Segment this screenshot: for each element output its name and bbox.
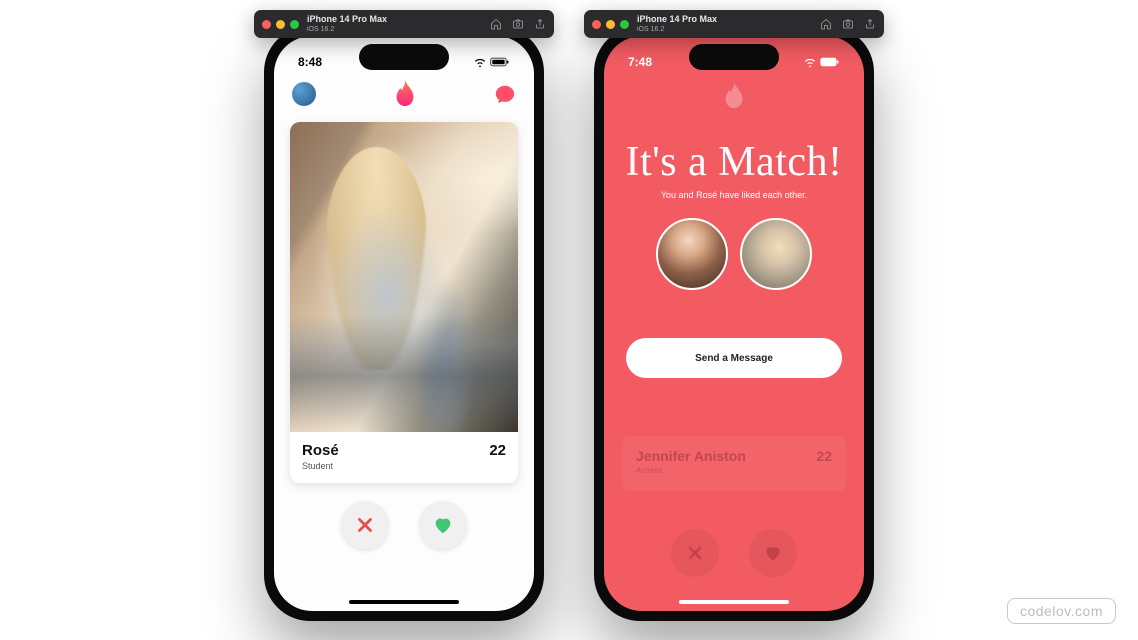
x-icon	[685, 543, 705, 563]
phone-frame: 8:48 Rosé	[264, 26, 544, 621]
screenshot-icon[interactable]	[842, 18, 854, 30]
home-indicator[interactable]	[679, 600, 789, 604]
profile-meta: Rosé Student 22	[290, 432, 518, 483]
top-nav	[274, 78, 534, 116]
dynamic-island	[359, 44, 449, 70]
simulator-titlebar[interactable]: iPhone 14 Pro Max iOS 16.2	[254, 10, 554, 38]
window-close-icon[interactable]	[592, 20, 601, 29]
send-message-button[interactable]: Send a Message	[626, 338, 842, 378]
phone-screen: 7:48 It's a Match! You and Rosé have lik…	[604, 36, 864, 611]
match-avatar-them	[740, 218, 812, 290]
window-minimize-icon[interactable]	[276, 20, 285, 29]
chat-icon[interactable]	[494, 83, 516, 105]
action-bar	[274, 501, 534, 549]
match-avatar-you	[656, 218, 728, 290]
ghost-age: 22	[816, 448, 832, 464]
home-icon[interactable]	[820, 18, 832, 30]
window-controls[interactable]	[262, 20, 299, 29]
simulator-right: iPhone 14 Pro Max iOS 16.2 7:48	[594, 10, 874, 621]
match-title: It's a Match!	[604, 138, 864, 186]
ghost-name: Jennifer Aniston	[636, 448, 746, 464]
simulator-left: iPhone 14 Pro Max iOS 16.2 8:48	[264, 10, 544, 621]
profile-card[interactable]: Rosé Student 22	[290, 122, 518, 483]
ghost-like-button	[749, 529, 797, 577]
battery-icon	[820, 57, 840, 67]
simulator-titlebar[interactable]: iPhone 14 Pro Max iOS 16.2	[584, 10, 884, 38]
battery-icon	[490, 57, 510, 67]
share-icon[interactable]	[864, 18, 876, 30]
heart-icon	[432, 514, 454, 536]
tinder-logo-icon[interactable]	[393, 80, 417, 108]
screenshot-icon[interactable]	[512, 18, 524, 30]
window-zoom-icon[interactable]	[290, 20, 299, 29]
phone-screen: 8:48 Rosé	[274, 36, 534, 611]
profile-name: Rosé	[302, 442, 339, 459]
send-message-label: Send a Message	[695, 353, 773, 364]
os-version: iOS 16.2	[307, 26, 387, 33]
background-logo	[604, 78, 864, 110]
share-icon[interactable]	[534, 18, 546, 30]
window-controls[interactable]	[592, 20, 629, 29]
simulator-title: iPhone 14 Pro Max iOS 16.2	[307, 15, 387, 33]
profile-avatar[interactable]	[292, 82, 316, 106]
background-actions	[604, 529, 864, 577]
wifi-icon	[803, 57, 817, 67]
simulator-title: iPhone 14 Pro Max iOS 16.2	[637, 15, 717, 33]
home-icon[interactable]	[490, 18, 502, 30]
window-close-icon[interactable]	[262, 20, 271, 29]
heart-icon	[763, 543, 783, 563]
window-minimize-icon[interactable]	[606, 20, 615, 29]
nope-button[interactable]	[341, 501, 389, 549]
wifi-icon	[473, 57, 487, 67]
background-card: Jennifer Aniston Actress 22	[622, 436, 846, 491]
match-avatars	[604, 218, 864, 290]
profile-photo[interactable]	[290, 122, 518, 432]
watermark: codelov.com	[1007, 598, 1116, 624]
status-time: 7:48	[628, 55, 652, 69]
device-name: iPhone 14 Pro Max	[307, 15, 387, 24]
device-name: iPhone 14 Pro Max	[637, 15, 717, 24]
status-time: 8:48	[298, 55, 322, 69]
like-button[interactable]	[419, 501, 467, 549]
x-icon	[354, 514, 376, 536]
home-indicator[interactable]	[349, 600, 459, 604]
profile-subtitle: Student	[302, 461, 339, 471]
phone-frame: 7:48 It's a Match! You and Rosé have lik…	[594, 26, 874, 621]
os-version: iOS 16.2	[637, 26, 717, 33]
window-zoom-icon[interactable]	[620, 20, 629, 29]
match-subtitle: You and Rosé have liked each other.	[604, 190, 864, 200]
profile-age: 22	[489, 442, 506, 459]
ghost-subtitle: Actress	[636, 466, 746, 475]
ghost-nope-button	[671, 529, 719, 577]
dynamic-island	[689, 44, 779, 70]
card-area: Rosé Student 22	[274, 116, 534, 483]
